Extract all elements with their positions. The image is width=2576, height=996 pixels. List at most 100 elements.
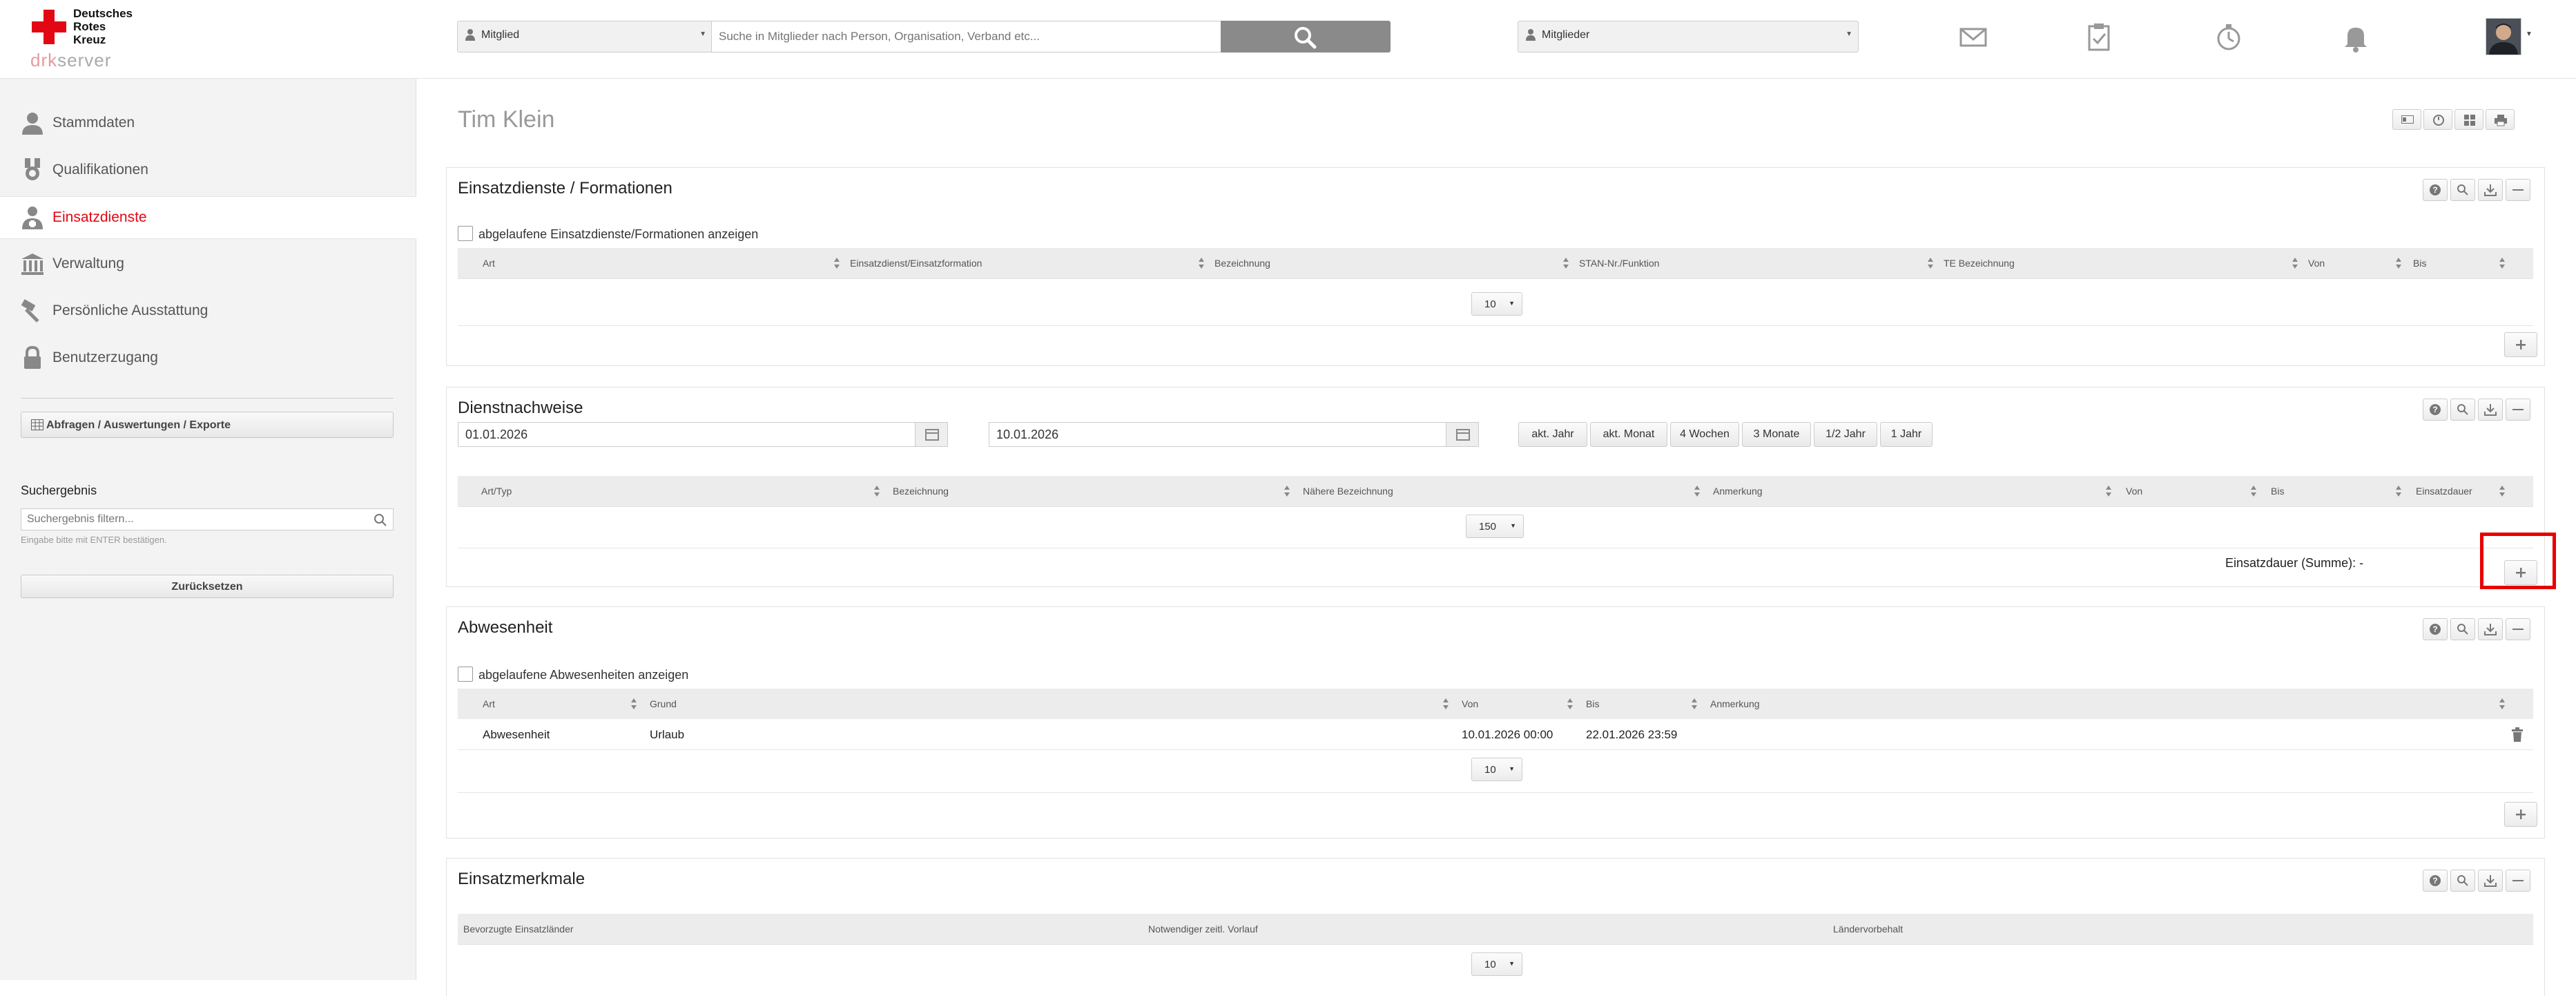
download-button[interactable] bbox=[2478, 399, 2503, 421]
range-current-month-button[interactable]: akt. Monat bbox=[1590, 422, 1667, 447]
page-size-select[interactable]: 10 ▼ bbox=[1471, 758, 1522, 781]
help-button[interactable]: ? bbox=[2423, 399, 2448, 421]
card-view-button[interactable] bbox=[2392, 109, 2421, 130]
column-header-bis[interactable]: Bis bbox=[2413, 258, 2426, 269]
sort-icon[interactable] bbox=[1694, 485, 1701, 497]
stopwatch-icon[interactable] bbox=[2214, 22, 2244, 52]
sort-icon[interactable] bbox=[1691, 698, 1698, 710]
add-service-button[interactable] bbox=[2504, 332, 2537, 357]
sort-icon[interactable] bbox=[2499, 485, 2506, 497]
column-header-von[interactable]: Von bbox=[2308, 258, 2325, 269]
trash-icon[interactable] bbox=[2511, 727, 2524, 743]
show-expired-absences-checkbox[interactable] bbox=[458, 667, 473, 682]
column-header-art-typ[interactable]: Art/Typ bbox=[481, 486, 512, 497]
search-scope-select[interactable]: Mitglied ▼ bbox=[457, 21, 713, 52]
sidebar-item-persoenliche-ausstattung[interactable]: Persönliche Ausstattung bbox=[0, 290, 416, 332]
sidebar-item-verwaltung[interactable]: Verwaltung bbox=[0, 243, 416, 285]
help-button[interactable]: ? bbox=[2423, 870, 2448, 892]
column-header-art[interactable]: Art bbox=[483, 698, 495, 709]
sort-icon[interactable] bbox=[2292, 257, 2298, 269]
column-header-einsatzdauer[interactable]: Einsatzdauer bbox=[2416, 486, 2472, 497]
range-4-weeks-button[interactable]: 4 Wochen bbox=[1670, 422, 1739, 447]
sort-icon[interactable] bbox=[873, 485, 880, 497]
range-half-year-button[interactable]: 1/2 Jahr bbox=[1814, 422, 1877, 447]
date-to-field[interactable]: 10.01.2026 bbox=[989, 422, 1447, 447]
column-header-bezeichnung[interactable]: Bezeichnung bbox=[1214, 258, 1270, 269]
sort-icon[interactable] bbox=[1198, 257, 1205, 269]
show-expired-services-checkbox[interactable] bbox=[458, 226, 473, 241]
sort-icon[interactable] bbox=[833, 257, 840, 269]
range-current-year-button[interactable]: akt. Jahr bbox=[1518, 422, 1587, 447]
clipboard-check-icon[interactable] bbox=[2084, 22, 2114, 52]
download-button[interactable] bbox=[2478, 618, 2503, 640]
page-size-select[interactable]: 150 ▼ bbox=[1466, 515, 1524, 538]
sort-icon[interactable] bbox=[2499, 257, 2506, 269]
search-icon[interactable] bbox=[374, 513, 387, 527]
help-button[interactable]: ? bbox=[2423, 618, 2448, 640]
sort-icon[interactable] bbox=[1442, 698, 1449, 710]
avatar-caret-icon[interactable]: ▼ bbox=[2526, 30, 2533, 38]
search-button[interactable] bbox=[2450, 618, 2475, 640]
column-header-einsatzdienst[interactable]: Einsatzdienst/Einsatzformation bbox=[850, 258, 982, 269]
search-input[interactable] bbox=[711, 21, 1222, 52]
date-to-calendar-button[interactable] bbox=[1446, 422, 1479, 447]
search-button[interactable] bbox=[2450, 399, 2475, 421]
print-button[interactable] bbox=[2486, 109, 2515, 130]
range-3-months-button[interactable]: 3 Monate bbox=[1742, 422, 1811, 447]
column-header-art[interactable]: Art bbox=[483, 258, 495, 269]
sort-icon[interactable] bbox=[1562, 257, 1569, 269]
range-1-year-button[interactable]: 1 Jahr bbox=[1880, 422, 1933, 447]
collapse-button[interactable] bbox=[2506, 399, 2530, 421]
column-header-bis[interactable]: Bis bbox=[2271, 486, 2284, 497]
sort-icon[interactable] bbox=[1284, 485, 1290, 497]
column-header-anmerkung[interactable]: Anmerkung bbox=[1713, 486, 1763, 497]
sort-icon[interactable] bbox=[2250, 485, 2257, 497]
sort-icon[interactable] bbox=[2395, 257, 2402, 269]
column-header-von[interactable]: Von bbox=[2126, 486, 2142, 497]
sidebar-item-benutzerzugang[interactable]: Benutzerzugang bbox=[0, 337, 416, 379]
date-from-calendar-button[interactable] bbox=[915, 422, 948, 447]
sort-icon[interactable] bbox=[1567, 698, 1573, 710]
column-header-anmerkung[interactable]: Anmerkung bbox=[1710, 698, 1760, 709]
sidebar-item-einsatzdienste[interactable]: Einsatzdienste bbox=[0, 196, 417, 239]
column-header-te-bezeichnung[interactable]: TE Bezeichnung bbox=[1944, 258, 2015, 269]
collapse-button[interactable] bbox=[2506, 870, 2530, 892]
bell-icon[interactable] bbox=[2341, 22, 2371, 52]
column-header-grund[interactable]: Grund bbox=[650, 698, 677, 709]
sort-icon[interactable] bbox=[630, 698, 637, 710]
grid-view-button[interactable] bbox=[2454, 109, 2483, 130]
column-header-bezeichnung[interactable]: Bezeichnung bbox=[893, 486, 949, 497]
page-size-select[interactable]: 10 ▼ bbox=[1471, 952, 1522, 976]
result-filter-input[interactable] bbox=[21, 509, 364, 530]
collapse-button[interactable] bbox=[2506, 179, 2530, 201]
avatar[interactable] bbox=[2486, 18, 2521, 55]
sort-icon[interactable] bbox=[1927, 257, 1934, 269]
reset-button[interactable]: Zurücksetzen bbox=[21, 575, 394, 598]
result-filter-field[interactable] bbox=[21, 508, 394, 530]
drk-logo[interactable]: Deutsches Rotes Kreuz drkserver bbox=[28, 7, 145, 70]
add-absence-button[interactable] bbox=[2504, 802, 2537, 827]
mail-icon[interactable] bbox=[1958, 22, 1988, 52]
sidebar-item-qualifikationen[interactable]: Qualifikationen bbox=[0, 149, 416, 191]
sort-icon[interactable] bbox=[2499, 698, 2506, 710]
column-header-von[interactable]: Von bbox=[1462, 698, 1478, 709]
sort-icon[interactable] bbox=[2395, 485, 2402, 497]
reports-button[interactable]: Abfragen / Auswertungen / Exporte bbox=[21, 412, 394, 438]
sort-icon[interactable] bbox=[2105, 485, 2112, 497]
help-button[interactable]: ? bbox=[2423, 179, 2448, 201]
date-from-field[interactable]: 01.01.2026 bbox=[458, 422, 916, 447]
column-header-bis[interactable]: Bis bbox=[1586, 698, 1599, 709]
search-button[interactable] bbox=[2450, 179, 2475, 201]
page-size-select[interactable]: 10 ▼ bbox=[1471, 292, 1522, 316]
search-button[interactable] bbox=[2450, 870, 2475, 892]
download-button[interactable] bbox=[2478, 870, 2503, 892]
history-button[interactable] bbox=[2423, 109, 2452, 130]
search-button[interactable] bbox=[1221, 21, 1391, 52]
sidebar-item-stammdaten[interactable]: Stammdaten bbox=[0, 102, 416, 144]
module-select[interactable]: Mitglieder ▼ bbox=[1518, 21, 1859, 52]
column-header-naehere-bezeichnung[interactable]: Nähere Bezeichnung bbox=[1303, 486, 1393, 497]
table-row[interactable]: Abwesenheit Urlaub 10.01.2026 00:00 22.0… bbox=[458, 719, 2533, 749]
collapse-button[interactable] bbox=[2506, 618, 2530, 640]
column-header-stan-nr[interactable]: STAN-Nr./Funktion bbox=[1579, 258, 1659, 269]
download-button[interactable] bbox=[2478, 179, 2503, 201]
